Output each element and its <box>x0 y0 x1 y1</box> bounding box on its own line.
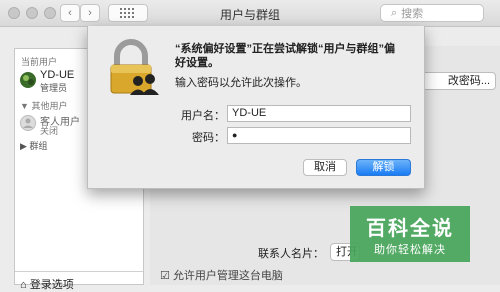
cancel-button[interactable]: 取消 <box>303 159 347 176</box>
checkbox[interactable]: ☑ <box>160 270 170 282</box>
groups-section[interactable]: ▶ 群组 <box>20 139 47 152</box>
login-options-item[interactable]: ⌂ 登录选项 <box>20 276 74 292</box>
contacts-card-label: 联系人名片： <box>258 248 324 260</box>
watermark-title: 百科全说 <box>366 218 454 240</box>
watermark-badge: 百科全说 助你轻松解决 <box>350 206 470 262</box>
current-user-role: 管理员 <box>40 83 68 93</box>
divider <box>15 271 143 272</box>
title-bar: ‹ › 用户与群组 ⌕ 搜索 <box>0 0 500 27</box>
disclosure-triangle-icon: ▼ <box>20 101 29 111</box>
username-field[interactable]: YD-UE <box>227 105 411 122</box>
current-user-name: YD-UE <box>40 69 75 81</box>
disclosure-triangle-icon: ▶ <box>20 141 27 151</box>
dialog-prompt: 输入密码以允许此次操作。 <box>175 77 307 89</box>
allow-admin-option[interactable]: ☑ 允许用户管理这台电脑 <box>160 267 283 283</box>
watermark-subtitle: 助你轻松解决 <box>374 244 446 256</box>
search-placeholder: 搜索 <box>401 8 424 20</box>
password-field[interactable]: ● <box>227 127 411 144</box>
guest-user-status: 关闭 <box>40 126 59 136</box>
user-avatar <box>20 72 36 88</box>
unlock-dialog: “系统偏好设置”正在尝试解锁“用户与群组”偏好设置。 输入密码以允许此次操作。 … <box>87 26 425 189</box>
password-label: 密码： <box>192 132 225 144</box>
search-field[interactable]: ⌕ 搜索 <box>380 4 484 22</box>
dialog-message: “系统偏好设置”正在尝试解锁“用户与群组”偏好设置。 <box>175 43 395 69</box>
username-label: 用户名： <box>181 110 225 122</box>
change-password-button[interactable]: 改密码... <box>420 72 496 90</box>
search-icon: ⌕ <box>391 6 398 19</box>
unlock-button[interactable]: 解锁 <box>356 159 411 176</box>
guest-avatar-icon <box>20 115 36 131</box>
house-icon: ⌂ <box>20 279 27 291</box>
lock-icon <box>110 39 159 95</box>
